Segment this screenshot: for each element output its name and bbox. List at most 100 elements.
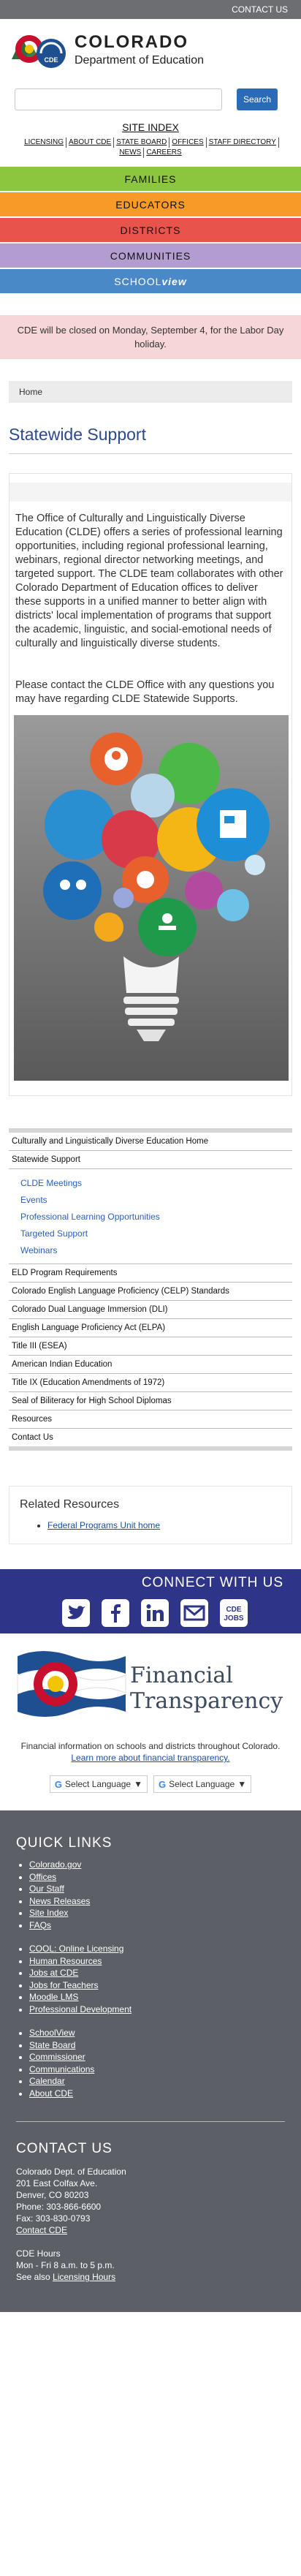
search-input[interactable] bbox=[15, 88, 222, 110]
ql-commissioner[interactable]: Commissioner bbox=[29, 2052, 85, 2062]
util-link-state-board[interactable]: STATE BOARD bbox=[114, 137, 170, 148]
logo-badge-text: CDE bbox=[44, 56, 58, 64]
ql-calendar[interactable]: Calendar bbox=[29, 2076, 65, 2086]
contact-cde-link[interactable]: Contact CDE bbox=[16, 2225, 67, 2235]
ql-cool[interactable]: COOL: Online Licensing bbox=[29, 1944, 123, 1954]
util-link-licensing[interactable]: LICENSING bbox=[22, 137, 67, 148]
sidenav-dli[interactable]: Colorado Dual Language Immersion (DLI) bbox=[9, 1301, 292, 1319]
google-icon: G bbox=[54, 1778, 63, 1790]
language-select-label-1: Select Language bbox=[65, 1779, 132, 1789]
main-content: The Office of Culturally and Linguistica… bbox=[9, 473, 292, 1096]
sidenav-celp-standards[interactable]: Colorado English Language Proficiency (C… bbox=[9, 1283, 292, 1301]
brand-title: COLORADO bbox=[75, 32, 188, 52]
federal-programs-link[interactable]: Federal Programs Unit home bbox=[47, 1520, 160, 1530]
sidenav-title-iii[interactable]: Title III (ESEA) bbox=[9, 1337, 292, 1356]
lightbulb-illustration bbox=[14, 715, 289, 1081]
financial-transparency-banner[interactable]: Financial Transparency bbox=[0, 1633, 301, 1730]
sidenav-targeted-support[interactable]: Targeted Support bbox=[20, 1225, 292, 1242]
audience-nav: FAMILIES EDUCATORS DISTRICTS COMMUNITIES… bbox=[0, 167, 301, 295]
email-icon[interactable] bbox=[180, 1598, 209, 1628]
sidenav-eld-requirements[interactable]: ELD Program Requirements bbox=[9, 1264, 292, 1283]
language-select-label-2: Select Language bbox=[169, 1779, 235, 1789]
ft-title-b: Transparency bbox=[130, 1688, 283, 1714]
contact-line-1: Colorado Dept. of Education bbox=[16, 2167, 126, 2177]
breadcrumb-home[interactable]: Home bbox=[19, 387, 42, 397]
hours-block: CDE Hours Mon - Fri 8 a.m. to 5 p.m. See… bbox=[16, 2248, 285, 2283]
nav-families[interactable]: FAMILIES bbox=[0, 167, 301, 192]
contact-paragraph: Please contact the CLDE Office with any … bbox=[15, 679, 275, 705]
chevron-down-icon: ▼ bbox=[237, 1779, 247, 1789]
language-select-1[interactable]: G Select Language ▼ bbox=[49, 1775, 148, 1793]
sidenav-professional-learning[interactable]: Professional Learning Opportunities bbox=[20, 1209, 292, 1225]
util-link-about[interactable]: ABOUT CDE bbox=[66, 137, 115, 148]
util-link-careers[interactable]: CAREERS bbox=[144, 148, 183, 158]
facebook-icon[interactable] bbox=[101, 1598, 130, 1628]
ql-communications[interactable]: Communications bbox=[29, 2064, 94, 2074]
cde-logo[interactable]: CDE bbox=[10, 27, 70, 72]
sidenav-subitems: CLDE Meetings Events Professional Learni… bbox=[9, 1169, 292, 1264]
jobs-label-a: CDE bbox=[226, 1606, 241, 1614]
site-footer: QUICK LINKS Colorado.gov Offices Our Sta… bbox=[0, 1810, 301, 2312]
licensing-hours-link[interactable]: Licensing Hours bbox=[53, 2272, 115, 2282]
util-link-offices[interactable]: OFFICES bbox=[169, 137, 207, 148]
hours-text: Mon - Fri 8 a.m. to 5 p.m. bbox=[16, 2260, 115, 2270]
ql-offices[interactable]: Offices bbox=[29, 1872, 56, 1882]
sidenav-clde-meetings[interactable]: CLDE Meetings bbox=[20, 1175, 292, 1192]
sidenav-contact[interactable]: Contact Us bbox=[9, 1429, 292, 1451]
chevron-down-icon: ▼ bbox=[134, 1779, 142, 1789]
search-button[interactable]: Search bbox=[237, 88, 278, 110]
sidenav-events[interactable]: Events bbox=[20, 1192, 292, 1209]
title-divider bbox=[9, 453, 292, 454]
ql-schoolview[interactable]: SchoolView bbox=[29, 2028, 75, 2038]
language-select-2[interactable]: G Select Language ▼ bbox=[153, 1775, 252, 1793]
footer-divider bbox=[16, 2121, 285, 2122]
ql-state-board[interactable]: State Board bbox=[29, 2040, 75, 2050]
linkedin-icon[interactable] bbox=[140, 1598, 169, 1628]
sidenav-webinars[interactable]: Webinars bbox=[20, 1242, 292, 1259]
sidenav-clde-home[interactable]: Culturally and Linguistically Diverse Ed… bbox=[9, 1133, 292, 1151]
google-icon: G bbox=[159, 1778, 167, 1790]
schoolview-label-b: view bbox=[161, 275, 187, 287]
nav-districts[interactable]: DISTRICTS bbox=[0, 218, 301, 243]
ft-learn-more-link[interactable]: Learn more about financial transparency. bbox=[71, 1753, 229, 1763]
nav-schoolview[interactable]: SCHOOL view bbox=[0, 269, 301, 295]
site-index-link[interactable]: SITE INDEX bbox=[122, 121, 179, 133]
sidenav-statewide-support[interactable]: Statewide Support bbox=[9, 1151, 292, 1169]
util-link-news[interactable]: NEWS bbox=[117, 148, 145, 158]
closure-alert: CDE will be closed on Monday, September … bbox=[0, 315, 301, 359]
card-header-strip bbox=[9, 483, 292, 502]
ql-about-cde[interactable]: About CDE bbox=[29, 2088, 73, 2099]
ql-jobs-cde[interactable]: Jobs at CDE bbox=[29, 1968, 78, 1978]
ql-jobs-teachers[interactable]: Jobs for Teachers bbox=[29, 1980, 99, 1990]
nav-communities[interactable]: COMMUNITIES bbox=[0, 243, 301, 269]
util-link-staff[interactable]: STAFF DIRECTORY bbox=[207, 137, 279, 148]
ft-desc-text: Financial information on schools and dis… bbox=[20, 1741, 281, 1751]
twitter-icon[interactable] bbox=[61, 1598, 91, 1628]
sidenav-seal-biliteracy[interactable]: Seal of Biliteracy for High School Diplo… bbox=[9, 1392, 292, 1410]
contact-line-2: 201 East Colfax Ave. bbox=[16, 2178, 98, 2188]
ql-hr[interactable]: Human Resources bbox=[29, 1956, 102, 1966]
colorado-flag-logo bbox=[17, 1651, 126, 1717]
ql-faqs[interactable]: FAQs bbox=[29, 1920, 51, 1930]
hours-see-also: See also bbox=[16, 2272, 50, 2282]
connect-title: CONNECT WITH US bbox=[141, 1575, 283, 1590]
ql-colorado-gov[interactable]: Colorado.gov bbox=[29, 1859, 81, 1870]
ql-news-releases[interactable]: News Releases bbox=[29, 1896, 90, 1906]
quick-links-group-1: Colorado.gov Offices Our Staff News Rele… bbox=[29, 1859, 285, 1931]
brand-subtitle: Department of Education bbox=[75, 54, 204, 67]
ql-site-index[interactable]: Site Index bbox=[29, 1908, 68, 1918]
connect-with-us: CONNECT WITH US CDE JOBS bbox=[0, 1569, 301, 1633]
nav-educators[interactable]: EDUCATORS bbox=[0, 192, 301, 218]
ql-pd[interactable]: Professional Development bbox=[29, 2004, 132, 2014]
ql-moodle[interactable]: Moodle LMS bbox=[29, 1992, 78, 2002]
cde-jobs-icon[interactable]: CDE JOBS bbox=[219, 1598, 248, 1628]
ql-our-staff[interactable]: Our Staff bbox=[29, 1884, 64, 1894]
contact-line-3: Denver, CO 80203 bbox=[16, 2190, 89, 2200]
sidenav-title-ix[interactable]: Title IX (Education Amendments of 1972) bbox=[9, 1374, 292, 1392]
sidenav-resources[interactable]: Resources bbox=[9, 1410, 292, 1429]
sidenav-elpa[interactable]: English Language Proficiency Act (ELPA) bbox=[9, 1319, 292, 1337]
sidenav-american-indian[interactable]: American Indian Education bbox=[9, 1356, 292, 1374]
contact-us-link[interactable]: CONTACT US bbox=[232, 4, 288, 15]
utility-links: LICENSING ABOUT CDE STATE BOARD OFFICES … bbox=[0, 133, 301, 158]
site-header: CDE COLORADO Department of Education bbox=[0, 19, 301, 80]
